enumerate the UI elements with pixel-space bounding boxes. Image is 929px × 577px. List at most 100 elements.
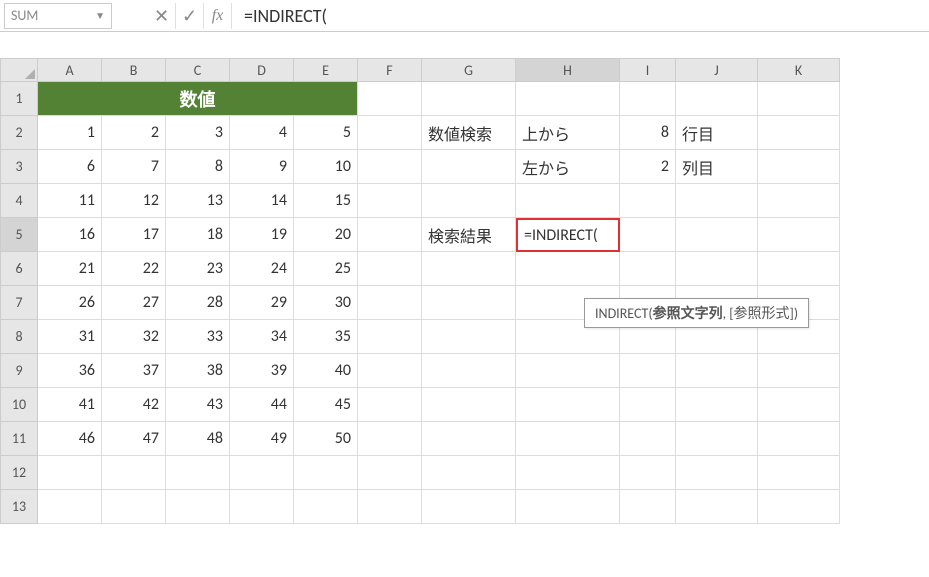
cell-E6[interactable]: 25: [294, 252, 358, 286]
cell-C2[interactable]: 3: [166, 116, 230, 150]
cell-E5[interactable]: 20: [294, 218, 358, 252]
cell-I12[interactable]: [620, 456, 676, 490]
row-header-12[interactable]: 12: [0, 456, 38, 490]
cell-B3[interactable]: 7: [102, 150, 166, 184]
cell-B13[interactable]: [102, 490, 166, 524]
cell-H9[interactable]: [516, 354, 620, 388]
col-header-H[interactable]: H: [516, 58, 620, 82]
col-header-B[interactable]: B: [102, 58, 166, 82]
col-header-A[interactable]: A: [38, 58, 102, 82]
cell-F6[interactable]: [358, 252, 422, 286]
cell-F12[interactable]: [358, 456, 422, 490]
col-header-F[interactable]: F: [358, 58, 422, 82]
cell-C4[interactable]: 13: [166, 184, 230, 218]
merged-header-cell[interactable]: 数値: [38, 82, 358, 116]
cell-F2[interactable]: [358, 116, 422, 150]
cell-E4[interactable]: 15: [294, 184, 358, 218]
cell-F7[interactable]: [358, 286, 422, 320]
cell-F4[interactable]: [358, 184, 422, 218]
cell-C9[interactable]: 38: [166, 354, 230, 388]
cell-C13[interactable]: [166, 490, 230, 524]
cell-I5[interactable]: [620, 218, 676, 252]
cell-B10[interactable]: 42: [102, 388, 166, 422]
cell-E8[interactable]: 35: [294, 320, 358, 354]
cell-H4[interactable]: [516, 184, 620, 218]
cell-B8[interactable]: 32: [102, 320, 166, 354]
cell-I9[interactable]: [620, 354, 676, 388]
select-all-corner[interactable]: [0, 58, 38, 82]
cell-C11[interactable]: 48: [166, 422, 230, 456]
cell-B4[interactable]: 12: [102, 184, 166, 218]
fx-icon[interactable]: fx: [204, 3, 232, 29]
row-header-13[interactable]: 13: [0, 490, 38, 524]
cell-B12[interactable]: [102, 456, 166, 490]
cell-G3[interactable]: [422, 150, 516, 184]
cell-G1[interactable]: [422, 82, 516, 116]
cell-A11[interactable]: 46: [38, 422, 102, 456]
cell-D6[interactable]: 24: [230, 252, 294, 286]
cell-A9[interactable]: 36: [38, 354, 102, 388]
cell-K9[interactable]: [758, 354, 840, 388]
cell-H3[interactable]: 左から: [516, 150, 620, 184]
cell-E2[interactable]: 5: [294, 116, 358, 150]
cell-F10[interactable]: [358, 388, 422, 422]
accept-formula-button[interactable]: ✓: [176, 3, 204, 29]
cell-D5[interactable]: 19: [230, 218, 294, 252]
cell-B7[interactable]: 27: [102, 286, 166, 320]
cell-J5[interactable]: [676, 218, 758, 252]
cell-F11[interactable]: [358, 422, 422, 456]
cell-B11[interactable]: 47: [102, 422, 166, 456]
cell-C6[interactable]: 23: [166, 252, 230, 286]
cell-F5[interactable]: [358, 218, 422, 252]
cell-J12[interactable]: [676, 456, 758, 490]
cell-K11[interactable]: [758, 422, 840, 456]
cell-D13[interactable]: [230, 490, 294, 524]
cell-I1[interactable]: [620, 82, 676, 116]
cell-K5[interactable]: [758, 218, 840, 252]
cell-H13[interactable]: [516, 490, 620, 524]
cell-H6[interactable]: [516, 252, 620, 286]
cell-J4[interactable]: [676, 184, 758, 218]
cancel-formula-button[interactable]: ✕: [148, 3, 176, 29]
cell-C3[interactable]: 8: [166, 150, 230, 184]
cell-F3[interactable]: [358, 150, 422, 184]
cell-K4[interactable]: [758, 184, 840, 218]
cell-D11[interactable]: 49: [230, 422, 294, 456]
cell-H2[interactable]: 上から: [516, 116, 620, 150]
cell-A8[interactable]: 31: [38, 320, 102, 354]
col-header-D[interactable]: D: [230, 58, 294, 82]
cell-F9[interactable]: [358, 354, 422, 388]
cell-J11[interactable]: [676, 422, 758, 456]
cell-A12[interactable]: [38, 456, 102, 490]
col-header-J[interactable]: J: [676, 58, 758, 82]
cell-K1[interactable]: [758, 82, 840, 116]
cell-F13[interactable]: [358, 490, 422, 524]
cell-K13[interactable]: [758, 490, 840, 524]
cell-G6[interactable]: [422, 252, 516, 286]
cell-F8[interactable]: [358, 320, 422, 354]
cell-H10[interactable]: [516, 388, 620, 422]
cell-D3[interactable]: 9: [230, 150, 294, 184]
row-header-1[interactable]: 1: [0, 82, 38, 116]
cell-I4[interactable]: [620, 184, 676, 218]
cell-H11[interactable]: [516, 422, 620, 456]
cell-A13[interactable]: [38, 490, 102, 524]
row-header-2[interactable]: 2: [0, 116, 38, 150]
row-header-9[interactable]: 9: [0, 354, 38, 388]
cell-B9[interactable]: 37: [102, 354, 166, 388]
cell-C7[interactable]: 28: [166, 286, 230, 320]
cell-G11[interactable]: [422, 422, 516, 456]
cell-A2[interactable]: 1: [38, 116, 102, 150]
row-header-3[interactable]: 3: [0, 150, 38, 184]
cell-J2[interactable]: 行目: [676, 116, 758, 150]
cell-I3[interactable]: 2: [620, 150, 676, 184]
cell-E3[interactable]: 10: [294, 150, 358, 184]
row-header-6[interactable]: 6: [0, 252, 38, 286]
col-header-C[interactable]: C: [166, 58, 230, 82]
row-header-5[interactable]: 5: [0, 218, 38, 252]
cell-G12[interactable]: [422, 456, 516, 490]
cell-G7[interactable]: [422, 286, 516, 320]
cell-I2[interactable]: 8: [620, 116, 676, 150]
col-header-G[interactable]: G: [422, 58, 516, 82]
cell-A6[interactable]: 21: [38, 252, 102, 286]
